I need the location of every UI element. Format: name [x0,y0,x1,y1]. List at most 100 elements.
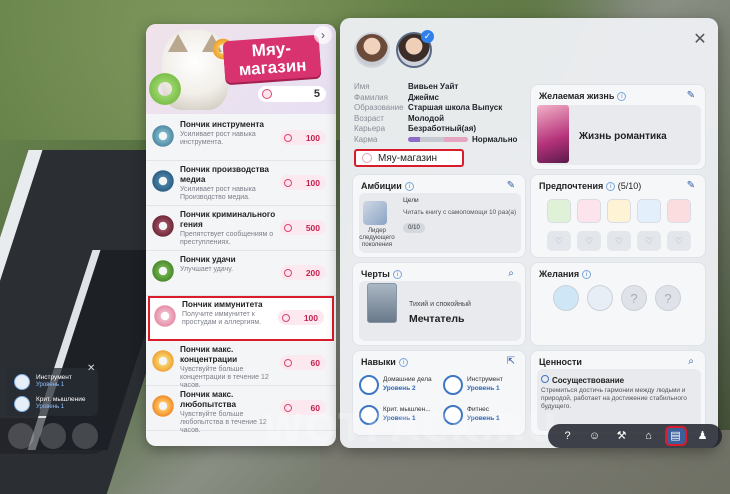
card-title: Ценности [539,357,582,367]
empty-preference-slot[interactable] [607,231,631,251]
career-icon[interactable]: ⚒ [613,428,631,444]
donut-decoration-icon [148,72,182,106]
career-highlight[interactable]: Мяу-магазин [354,149,464,167]
sim-profile-icon[interactable]: ▤ [664,426,687,446]
shop-header: Мяу-магазин › 5 [146,24,336,114]
edit-icon[interactable]: ✎ [505,180,517,192]
sim-avatar-selected[interactable]: ✓ [396,30,434,68]
shop-item[interactable]: Пончик макс. концентрации Чувствуйте бол… [146,341,336,389]
aspiration-card: Желаемая жизнь i ✎ Жизнь романтика [530,84,706,170]
info-icon[interactable]: i [582,270,592,279]
empty-preference-slot[interactable] [667,231,691,251]
traits-card: Черты i ⌕ Тихий и спокойный Мечтатель [352,262,526,346]
edit-icon[interactable]: ✎ [685,180,697,192]
price-button[interactable]: 200 [280,265,326,280]
preference-item-icon[interactable] [577,199,601,223]
price-button[interactable]: 100 [280,130,326,145]
crime-donut-icon [152,215,174,237]
coin-icon [282,313,290,322]
shop-balance: 5 [258,86,326,102]
empty-wish-slot[interactable] [655,285,681,311]
luck-donut-icon [152,260,174,282]
meow-shop-panel: Мяу-магазин › 5 Пончик инструмента Усили… [146,24,336,446]
wish-icon[interactable] [587,285,613,311]
price-button[interactable]: 100 [280,175,326,190]
bottom-toolbar: ? ☺ ⚒ ⌂ ▤ ♟ [548,424,722,448]
card-title: Желаемая жизнь i [539,91,627,101]
coin-icon [284,133,292,142]
empty-preference-slot[interactable] [547,231,571,251]
search-icon[interactable]: ⌕ [685,356,697,368]
focus-donut-icon [152,350,174,372]
info-icon[interactable]: i [392,270,402,279]
preference-item-icon[interactable] [637,199,661,223]
coin-icon [284,223,292,232]
karma-bar [408,136,468,142]
price-button[interactable]: 100 [278,310,324,325]
shop-item[interactable]: Пончик криминального гения Препятствует … [146,206,336,251]
watermark: WOTPACK.RU [262,406,558,450]
empty-preference-slot[interactable] [637,231,661,251]
empty-preference-slot[interactable] [577,231,601,251]
preference-item-icon[interactable] [547,199,571,223]
chevron-right-icon[interactable]: › [314,26,332,44]
shop-item-list: Пончик инструмента Усиливает рост навыка… [146,116,336,434]
critical-thinking-skill-icon [14,396,30,412]
skill-item[interactable]: Инструмент Уровень 1 [443,373,513,397]
coin-icon [284,178,292,187]
shop-item[interactable]: Пончик инструмента Усиливает рост навыка… [146,116,336,161]
preference-item-icon[interactable] [607,199,631,223]
coin-icon [284,358,292,367]
card-title: Желания i [539,269,592,279]
curiosity-donut-icon [152,395,174,417]
queue-slot[interactable] [8,423,34,449]
immunity-donut-icon [154,305,176,327]
sim-avatar[interactable] [354,32,390,68]
sim-info: Имя Вивьен Уайт Фамилия Джеймс Образование… [354,82,518,144]
card-title: Предпочтения i (5/10) [539,181,642,191]
tool-donut-icon [152,125,174,147]
family-icon[interactable]: ♟ [694,428,712,444]
external-link-icon[interactable]: ⇱ [505,356,517,368]
skill-item[interactable]: Домашние дела Уровень 2 [359,373,432,397]
relationships-icon[interactable]: ☺ [586,428,604,444]
shop-item[interactable]: Пончик производства медиа Усиливает рост… [146,161,336,206]
sim-profile-panel: ✕ ✓ Имя Вивьен Уайт Фамилия Джеймс Образов… [340,18,718,448]
queue-slot[interactable] [72,423,98,449]
check-icon: ✓ [421,30,434,43]
preference-item-icon[interactable] [667,199,691,223]
ambitions-card: Амбиции i ✎ Лидер следующего поколения Це… [352,174,526,258]
media-donut-icon [152,170,174,192]
mini-skill-card: Инструмент Уровень 1 Крит. мышление Уров… [6,368,98,416]
household-skill-icon [359,375,379,395]
shop-title: Мяу-магазин [222,34,322,84]
mini-skill[interactable]: Крит. мышление Уровень 1 [14,394,96,414]
price-button[interactable]: 500 [280,220,326,235]
card-title: Навыки i [361,357,408,367]
instrument-skill-icon [443,375,463,395]
mini-close-icon[interactable]: ✕ [87,364,97,374]
romance-aspiration-icon [537,105,569,163]
coin-icon [284,268,292,277]
close-icon[interactable]: ✕ [692,32,708,48]
instrument-skill-icon [14,374,30,390]
info-icon[interactable]: i [617,92,627,101]
leader-ambition-icon [363,201,387,225]
household-icon[interactable]: ⌂ [640,428,658,444]
wishes-card: Желания i [530,262,706,346]
wish-icon[interactable] [553,285,579,311]
empty-wish-slot[interactable] [621,285,647,311]
shop-item[interactable]: Пончик удачи Улучшает удачу. 200 [146,251,336,296]
mini-skill[interactable]: Инструмент Уровень 1 [14,372,96,392]
info-icon[interactable]: i [606,182,616,191]
price-button[interactable]: 60 [280,355,326,370]
info-icon[interactable]: i [404,182,414,191]
dreamcatcher-trait-icon [367,283,397,323]
info-icon[interactable]: i [398,358,408,367]
shop-item-selected[interactable]: Пончик иммунитета Получите иммунитет к п… [148,296,334,341]
preferences-card: Предпочтения i (5/10) ✎ [530,174,706,258]
queue-slot[interactable] [40,423,66,449]
help-icon[interactable]: ? [559,428,577,444]
edit-icon[interactable]: ✎ [685,90,697,102]
search-icon[interactable]: ⌕ [505,268,517,280]
